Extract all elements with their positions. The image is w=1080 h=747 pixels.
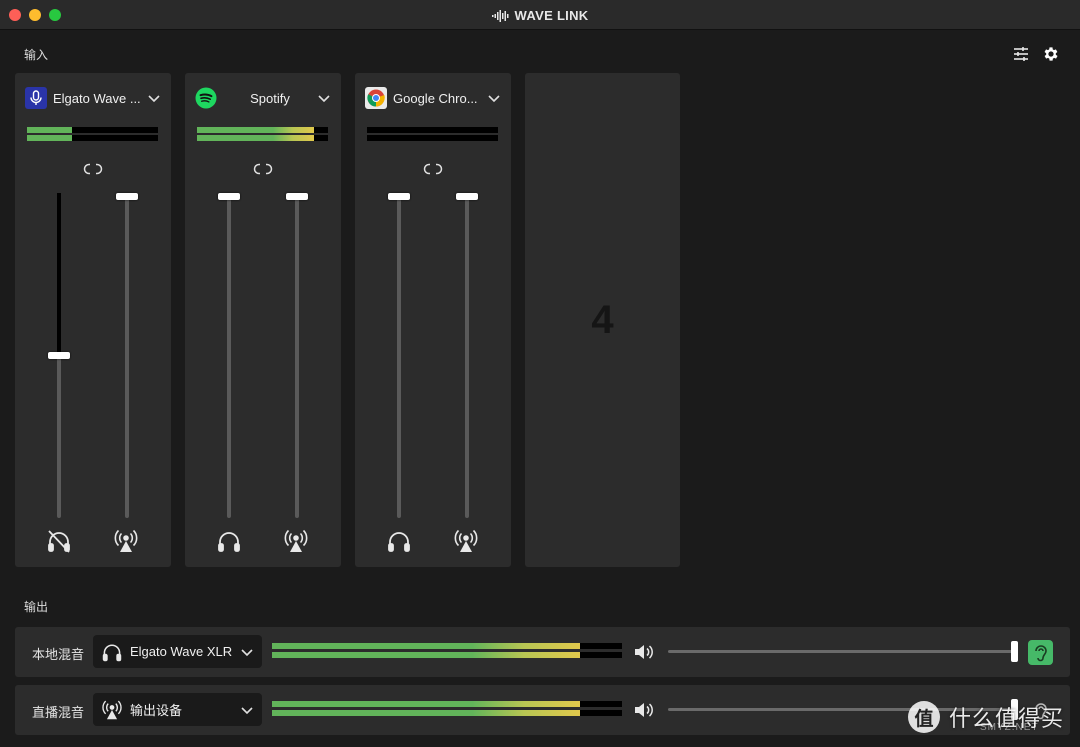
- monitor-fader-knob[interactable]: [218, 193, 240, 200]
- broadcast-icon: [102, 700, 122, 719]
- output-section-label: 输出: [24, 600, 49, 614]
- add-channel-slot[interactable]: 4: [525, 73, 680, 567]
- stream-level-meter: [197, 135, 328, 141]
- spotify-icon: [195, 87, 217, 109]
- output-device-select[interactable]: 输出设备: [93, 693, 262, 726]
- stream-fader-track[interactable]: [295, 193, 299, 518]
- broadcast-icon[interactable]: [113, 528, 139, 554]
- output-level-meter-left: [272, 643, 622, 649]
- output-volume-slider[interactable]: [668, 650, 1018, 653]
- channel-strip-chrome: Google Chro...: [355, 73, 511, 567]
- broadcast-icon[interactable]: [283, 528, 309, 554]
- channel-name: Google Chro...: [393, 90, 478, 106]
- stream-fader-track[interactable]: [125, 193, 129, 518]
- monitor-fader-knob[interactable]: [48, 352, 70, 359]
- channel-source-select[interactable]: Elgato Wave ...: [25, 87, 161, 109]
- channel-name: Spotify: [250, 90, 290, 106]
- headphones-muted-icon[interactable]: [46, 528, 72, 554]
- monitor-fader-muted-segment: [57, 193, 61, 353]
- output-level-meter-right: [272, 710, 622, 716]
- monitor-level-meter: [367, 127, 498, 133]
- chrome-icon: [365, 87, 387, 109]
- headphones-icon[interactable]: [386, 528, 412, 554]
- chevron-down-icon: [241, 648, 253, 656]
- waveform-logo-icon: [491, 10, 509, 22]
- listen-toggle-button[interactable]: [1028, 640, 1053, 665]
- link-faders-icon[interactable]: [253, 162, 273, 176]
- output-label: 本地混音: [32, 647, 85, 662]
- chevron-down-icon: [241, 706, 253, 714]
- output-device-name: Elgato Wave XLR: [130, 644, 233, 659]
- headphones-icon: [102, 644, 122, 661]
- chevron-down-icon: [148, 95, 160, 103]
- broadcast-icon[interactable]: [453, 528, 479, 554]
- stream-fader-knob[interactable]: [116, 193, 138, 200]
- monitor-fader-knob[interactable]: [388, 193, 410, 200]
- channel-strip-mic: Elgato Wave ...: [15, 73, 171, 567]
- stream-level-meter: [27, 135, 158, 141]
- link-faders-icon[interactable]: [83, 162, 103, 176]
- slot-number: 4: [591, 297, 614, 342]
- output-level-meter-right: [272, 652, 622, 658]
- monitor-fader-track[interactable]: [227, 193, 231, 518]
- output-row-local-mix: 本地混音 Elgato Wave XLR: [15, 627, 1070, 677]
- app-title: WAVE LINK: [0, 8, 1080, 23]
- stream-level-meter: [367, 135, 498, 141]
- input-section-label: 输入: [24, 48, 49, 62]
- output-level-meter-left: [272, 701, 622, 707]
- chevron-down-icon: [488, 95, 500, 103]
- speaker-volume-icon[interactable]: [633, 642, 655, 662]
- stream-fader-track[interactable]: [465, 193, 469, 518]
- speaker-volume-icon[interactable]: [633, 700, 655, 720]
- gear-icon[interactable]: [1042, 45, 1060, 63]
- stream-fader-knob[interactable]: [286, 193, 308, 200]
- output-volume-knob[interactable]: [1011, 641, 1018, 662]
- channel-source-select[interactable]: Spotify: [195, 87, 331, 109]
- watermark-badge: 值: [908, 701, 940, 733]
- channel-name: Elgato Wave ...: [53, 90, 141, 106]
- channel-source-select[interactable]: Google Chro...: [365, 87, 501, 109]
- mixer-settings-icon[interactable]: [1012, 45, 1030, 63]
- microphone-icon: [25, 87, 47, 109]
- output-device-select[interactable]: Elgato Wave XLR: [93, 635, 262, 668]
- chevron-down-icon: [318, 95, 330, 103]
- link-faders-icon[interactable]: [423, 162, 443, 176]
- monitor-level-meter: [27, 127, 158, 133]
- output-device-name: 输出设备: [130, 703, 183, 718]
- monitor-fader-track[interactable]: [397, 193, 401, 518]
- title-bar: WAVE LINK: [0, 0, 1080, 30]
- output-label: 直播混音: [32, 705, 85, 720]
- app-title-text: WAVE LINK: [514, 8, 589, 23]
- monitor-level-meter: [197, 127, 328, 133]
- headphones-icon[interactable]: [216, 528, 242, 554]
- watermark-sub: SMYZ.NET: [980, 722, 1039, 733]
- top-toolbar: [1012, 45, 1060, 63]
- stream-fader-knob[interactable]: [456, 193, 478, 200]
- ear-icon: [1034, 644, 1047, 661]
- channel-strip-spotify: Spotify: [185, 73, 341, 567]
